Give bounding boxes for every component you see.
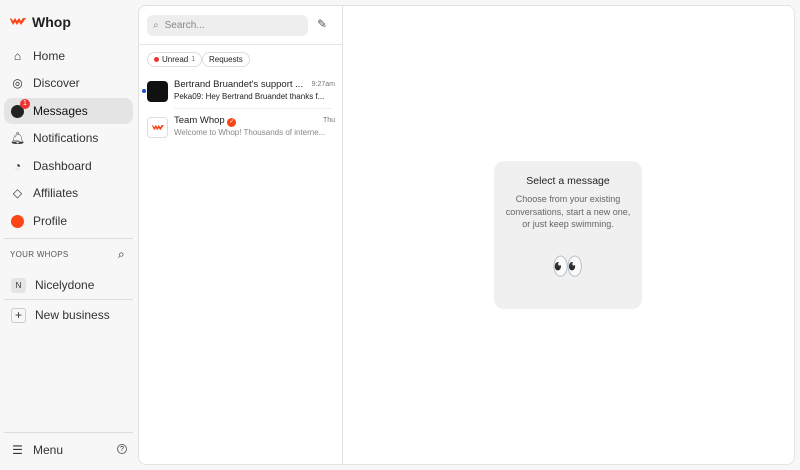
compose-icon[interactable]: ✎ [317,17,327,31]
divider [139,44,342,45]
whop-logo-icon [10,18,26,25]
nav-label: New business [35,308,110,322]
tag-icon: ◇ [12,186,23,200]
conversation-time: Thu [322,117,335,124]
search-whops-icon[interactable]: ⌕ [118,247,125,262]
nav-label: Affiliates [33,186,79,200]
new-business-button[interactable]: + New business [4,302,133,328]
divider [174,108,332,109]
nav-label: Home [33,49,66,63]
conversation-list: ⌕ Search... ✎ Unread 1 Requests Bertrand B… [139,6,343,464]
whop-logo[interactable]: Whop [10,14,71,30]
conversation-name: Bertrand Bruandet's support ... [174,79,304,90]
chat-icon: 1 [11,98,30,118]
filter-label: Unread [162,55,189,64]
verified-icon: ✓ [227,118,237,127]
nav-dashboard[interactable]: ◔ Dashboard [4,153,133,179]
unread-count: 1 [191,56,196,63]
nav-label: Dashboard [33,159,92,173]
menu-icon: ☰ [12,443,23,457]
search-input[interactable]: ⌕ Search... [147,15,308,36]
conversation-name: Team Whop [174,115,225,126]
empty-body: Choose from your existing conversations,… [505,194,631,229]
nav-profile[interactable]: Profile [4,208,133,234]
chart-icon: ◔ [13,159,22,173]
empty-title: Select a message [526,175,610,187]
conversation-preview: Peka09: Hey Bertrand Bruandet thanks f..… [174,92,325,101]
nav-notifications[interactable]: 🔔︎ Notifications [4,125,133,151]
messages-panel: ⌕ Search... ✎ Unread 1 Requests Bertrand B… [138,5,795,465]
eyes-icon: 👀 [551,250,585,281]
red-dot-icon [154,57,159,62]
brand-name: Whop [32,14,71,30]
menu-button[interactable]: ☰ Menu [4,437,133,463]
compass-icon: ◎ [12,76,23,90]
conversation-item[interactable]: Team Whop ✓ Thu Welcome to Whop! Thousan… [147,115,337,145]
plus-icon: + [11,307,26,323]
sidebar: Whop ⌂ Home ◎ Discover 1 Messages 🔔︎ Notific… [0,0,138,470]
home-icon: ⌂ [13,49,22,63]
avatar [147,117,168,138]
search-icon: ⌕ [153,20,159,31]
conversation-item[interactable]: Bertrand Bruandet's support ... 9:27am P… [147,79,337,109]
avatar [147,81,168,102]
empty-state-card: Select a message Choose from your existi… [494,161,642,309]
search-placeholder: Search... [164,20,205,31]
unread-badge: 1 [20,98,30,109]
whop-item-nicelydone[interactable]: N Nicelydone [4,272,133,298]
nav-label: Nicelydone [35,278,95,292]
filter-unread[interactable]: Unread 1 [147,52,203,67]
divider [4,432,133,433]
help-icon[interactable]: ? [117,444,127,454]
nav-messages[interactable]: 1 Messages [4,98,133,124]
profile-avatar-icon [11,214,24,228]
nav-label: Discover [33,76,80,90]
nav-label: Menu [33,443,64,457]
divider [4,238,133,239]
conversation-time: 9:27am [311,81,335,88]
section-title: YOUR WHOPS [10,250,69,259]
divider [4,299,133,300]
nav-home[interactable]: ⌂ Home [4,43,133,69]
unread-dot-icon [142,89,146,93]
nav-affiliates[interactable]: ◇ Affiliates [4,180,133,206]
whop-logo-icon [151,124,164,130]
bell-icon: 🔔︎ [9,131,26,145]
nav-label: Profile [33,214,68,228]
conversation-preview: Welcome to Whop! Thousands of interne... [174,128,326,137]
nav-discover[interactable]: ◎ Discover [4,70,133,96]
whop-initial-avatar: N [11,277,26,293]
filter-label: Requests [209,55,243,64]
filter-requests[interactable]: Requests [202,52,250,67]
nav-label: Messages [33,104,88,118]
nav-label: Notifications [33,131,99,145]
